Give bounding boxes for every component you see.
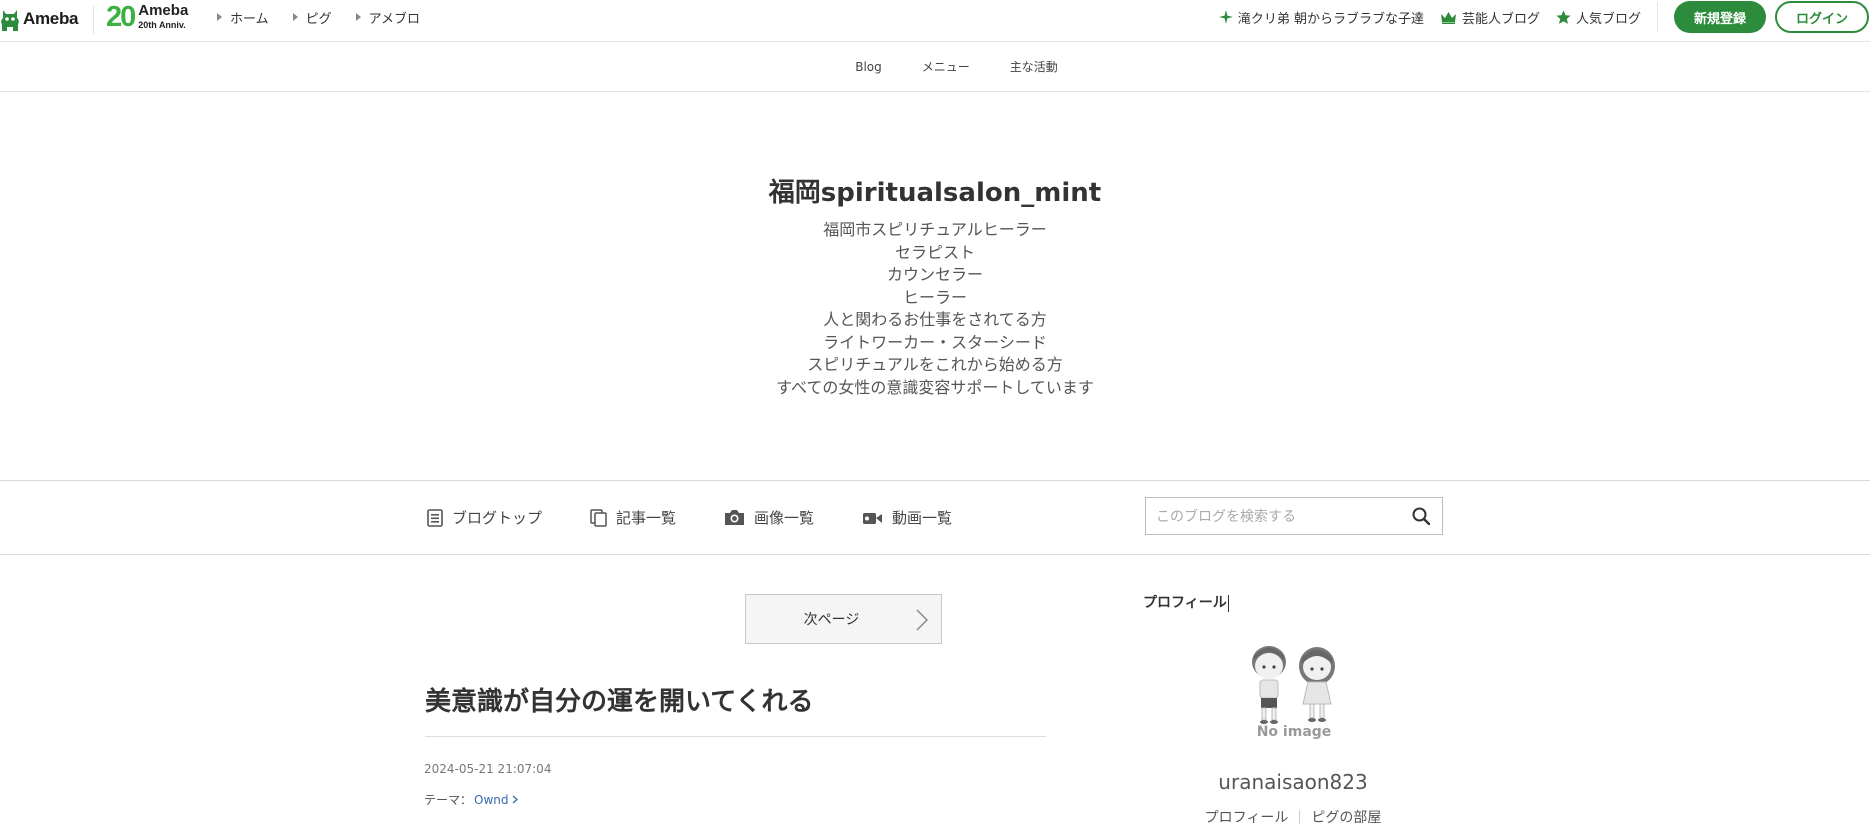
blog-title[interactable]: 福岡spiritualsalon_mint (0, 172, 1870, 209)
header-divider (93, 6, 94, 34)
menu-image-list[interactable]: 画像一覧 (724, 507, 814, 528)
entry-date: 2024-05-21 21:07:04 (424, 762, 552, 776)
blog-nav-menu[interactable]: メニュー (922, 58, 970, 75)
blog-search-input[interactable] (1146, 498, 1408, 536)
global-header: Ameba 20 Ameba 20th Anniv. ホーム ピグ アメブロ 滝… (0, 0, 1870, 42)
triangle-right-icon (217, 13, 222, 21)
crown-icon (1440, 11, 1456, 24)
nav-pigg-label: ピグ (305, 11, 332, 27)
article-list-icon (590, 508, 607, 527)
ameba-logo[interactable]: Ameba (0, 6, 78, 32)
blog-description-line: ヒーラー (902, 287, 967, 307)
entry-theme-prefix: テーマ： (424, 793, 473, 807)
ameba-mascot-icon (1, 10, 19, 31)
blog-nav: Blog メニュー 主な活動 (0, 42, 1870, 92)
anniversary-brand: Ameba (138, 2, 189, 19)
blog-description-line: スピリチュアルをこれから始める方 (807, 355, 1063, 374)
nav-ameblo[interactable]: アメブロ (355, 8, 420, 27)
link-divider (1299, 810, 1301, 824)
blog-description-line: 福岡市スピリチュアルヒーラー (823, 220, 1047, 239)
chevron-right-icon (512, 795, 518, 804)
profile-heading: プロフィール (1143, 592, 1229, 612)
celebrity-blog-label: 芸能人ブログ (1461, 11, 1540, 27)
header-right-divider (1657, 2, 1658, 32)
blog-description-line: すべての女性の意識変容サポートしています (776, 377, 1094, 397)
menu-image-list-label: 画像一覧 (754, 509, 815, 527)
blog-menu: ブログトップ 記事一覧 画像一覧 動画一覧 (427, 481, 1000, 554)
anniversary-logo[interactable]: 20 Ameba 20th Anniv. (106, 3, 188, 32)
nav-home[interactable]: ホーム (217, 8, 269, 27)
featured-topic-link[interactable]: 滝クリ弟 朝からラブラブな子達 (1218, 8, 1424, 27)
blog-nav-activities[interactable]: 主な活動 (1010, 58, 1058, 75)
ameba-logo-text: Ameba (23, 9, 79, 28)
entry-title-divider (425, 736, 1046, 737)
blog-search (1145, 497, 1443, 536)
chevron-right-icon (916, 609, 928, 631)
star-icon (1556, 10, 1571, 24)
menu-article-list-label: 記事一覧 (616, 509, 677, 527)
register-button[interactable]: 新規登録 (1674, 1, 1766, 33)
profile-link[interactable]: プロフィール (1205, 807, 1289, 827)
profile-username[interactable]: uranaisaon823 (1143, 770, 1443, 794)
login-button[interactable]: ログイン (1775, 1, 1869, 33)
menu-video-list[interactable]: 動画一覧 (862, 507, 952, 528)
featured-topic-label: 滝クリ弟 朝からラブラブな子達 (1237, 11, 1424, 27)
header-right: 滝クリ弟 朝からラブラブな子達 芸能人ブログ 人気ブログ 新規登録 ログイン (1218, 0, 1870, 34)
global-nav: ホーム ピグ アメブロ (217, 0, 420, 34)
menu-article-list[interactable]: 記事一覧 (590, 507, 676, 528)
triangle-right-icon (292, 13, 298, 21)
anniversary-text: Ameba 20th Anniv. (138, 2, 189, 31)
triangle-right-icon (355, 13, 361, 21)
popular-blog-label: 人気ブログ (1575, 11, 1641, 27)
nav-pigg[interactable]: ピグ (292, 8, 332, 27)
popular-blog-link[interactable]: 人気ブログ (1556, 8, 1641, 27)
nav-home-label: ホーム (230, 11, 269, 27)
profile-heading-label: プロフィール (1143, 595, 1227, 611)
text-cursor (1227, 594, 1229, 612)
blog-description: 福岡市スピリチュアルヒーラー セラピスト カウンセラー ヒーラー 人と関わるお仕… (0, 219, 1870, 399)
search-icon[interactable] (1412, 507, 1430, 525)
next-page-button[interactable]: 次ページ (745, 594, 942, 644)
camera-icon (725, 510, 745, 525)
anniversary-label: 20th Anniv. (138, 20, 186, 30)
anniversary-number: 20 (106, 1, 136, 33)
menu-blog-top-label: ブログトップ (452, 509, 543, 527)
menu-blog-top[interactable]: ブログトップ (427, 507, 542, 528)
blog-menu-bar: ブログトップ 記事一覧 画像一覧 動画一覧 (0, 480, 1870, 555)
entry-theme: テーマ： Ownd (424, 791, 518, 808)
blog-description-line: ライトワーカー・スターシード (823, 332, 1047, 352)
entry-title[interactable]: 美意識が自分の運を開いてくれる (425, 681, 813, 718)
menu-video-list-label: 動画一覧 (892, 509, 953, 527)
nav-ameblo-label: アメブロ (368, 11, 420, 27)
video-camera-icon (863, 513, 883, 524)
sparkle-icon (1218, 10, 1233, 24)
avatar-placeholder-text: No image (1256, 724, 1332, 740)
next-page-label: 次ページ (803, 612, 860, 628)
blog-nav-blog[interactable]: Blog (855, 60, 882, 74)
pigg-room-link[interactable]: ピグの部屋 (1311, 807, 1381, 827)
entry-theme-link[interactable]: Ownd (474, 793, 508, 807)
profile-links: プロフィール ピグの部屋 (1143, 807, 1443, 827)
blog-top-icon (427, 508, 443, 527)
blog-description-line: 人と関わるお仕事をされてる方 (823, 310, 1047, 329)
avatar[interactable]: No image (1236, 636, 1352, 752)
blog-description-line: カウンセラー (886, 265, 983, 284)
celebrity-blog-link[interactable]: 芸能人ブログ (1440, 8, 1540, 27)
blog-description-line: セラピスト (894, 242, 975, 262)
